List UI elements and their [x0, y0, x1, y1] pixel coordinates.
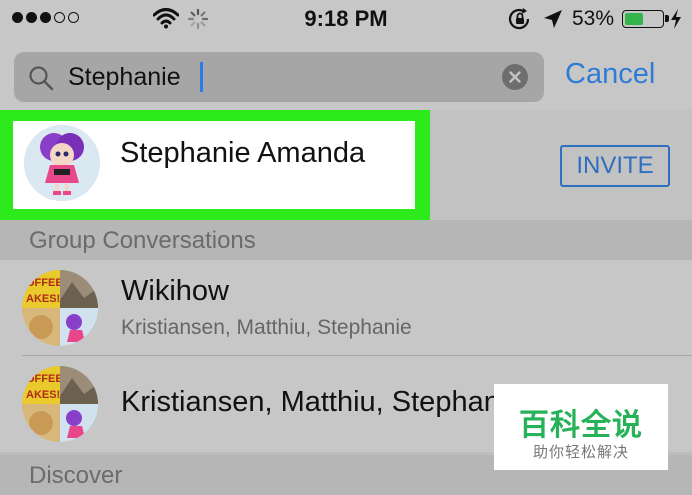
rotation-lock-icon	[508, 8, 530, 30]
cancel-button[interactable]: Cancel	[565, 58, 655, 91]
search-field[interactable]	[14, 52, 544, 102]
group-name: Wikihow	[121, 275, 229, 307]
clear-x-icon	[509, 71, 521, 83]
svg-text:OFFEE: OFFEE	[26, 277, 63, 289]
charging-bolt-icon	[671, 9, 681, 29]
svg-text:OFFEE: OFFEE	[26, 373, 63, 385]
invite-button[interactable]: INVITE	[560, 145, 670, 187]
contact-result-row[interactable]: Stephanie Amanda INVITE	[0, 110, 692, 224]
group-name: Kristiansen, Matthiu, Stephanie	[121, 386, 523, 418]
search-input[interactable]	[68, 60, 488, 94]
svg-text:AKES!: AKES!	[26, 293, 60, 305]
contact-name: Stephanie Amanda	[120, 137, 366, 169]
doll-avatar-image	[24, 125, 100, 201]
battery-cap	[665, 15, 669, 22]
group-collage-image: OFFEE AKES!	[22, 366, 98, 442]
section-header-label: Group Conversations	[29, 227, 256, 254]
section-header-groups: Group Conversations	[0, 220, 692, 260]
battery-percent: 53%	[572, 7, 615, 30]
search-icon	[29, 66, 54, 91]
battery-level	[625, 13, 644, 25]
group-row[interactable]: OFFEE AKES! Wikihow Kristiansen, Matthiu…	[0, 260, 692, 356]
group-members: Kristiansen, Matthiu, Stephanie	[121, 316, 412, 339]
status-bar: 9:18 PM 53%	[0, 0, 692, 38]
text-cursor	[200, 62, 203, 92]
search-bar-area: Cancel	[0, 38, 692, 110]
group-collage-image: OFFEE AKES!	[22, 270, 98, 346]
watermark-title: 百科全说	[519, 409, 643, 442]
group-avatar: OFFEE AKES!	[22, 366, 98, 442]
section-header-label: Discover	[29, 462, 123, 489]
watermark-subtitle: 助你轻松解决	[532, 444, 629, 461]
clear-search-button[interactable]	[502, 64, 528, 90]
group-avatar: OFFEE AKES!	[22, 270, 98, 346]
location-arrow-icon	[544, 10, 562, 28]
watermark-logo: 百科全说 助你轻松解决	[494, 384, 668, 470]
battery-icon	[622, 10, 669, 28]
contact-avatar	[24, 125, 100, 201]
svg-text:AKES!: AKES!	[26, 389, 60, 401]
